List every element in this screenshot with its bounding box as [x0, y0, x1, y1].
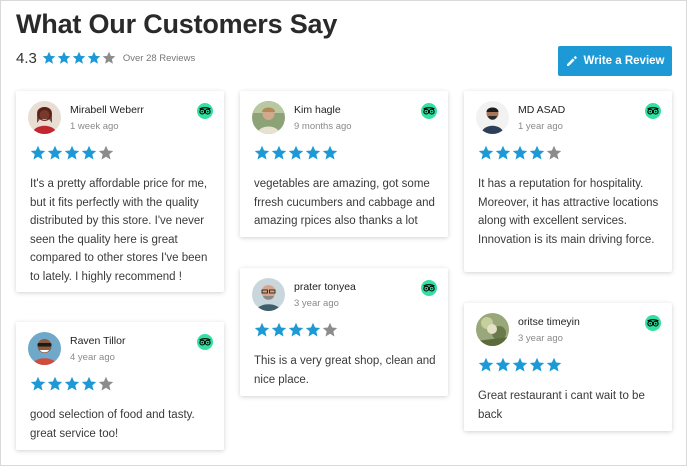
review-text: It has a reputation for hospitality. Mor… [478, 178, 659, 246]
star-icon [305, 322, 321, 338]
star-icon [254, 322, 270, 338]
review-time: 1 year ago [518, 121, 563, 132]
star-icon [57, 51, 71, 65]
star-icon [478, 357, 494, 373]
write-review-label: Write a Review [583, 55, 665, 67]
reviewer-name: prater tonyea [294, 281, 356, 293]
tripadvisor-icon [421, 103, 437, 119]
review-time: 3 year ago [518, 333, 563, 344]
star-icon [305, 145, 321, 161]
star-rating [254, 145, 339, 161]
star-icon [98, 376, 114, 392]
star-icon [81, 145, 97, 161]
star-icon [512, 357, 528, 373]
star-icon [87, 51, 101, 65]
star-icon [271, 145, 287, 161]
star-icon [495, 357, 511, 373]
review-time: 3 year ago [294, 298, 339, 309]
star-icon [271, 322, 287, 338]
star-icon [529, 145, 545, 161]
review-card: Raven Tillor 4 year ago good selection o… [16, 322, 224, 450]
review-text: vegetables are amazing, got some frresh … [254, 178, 435, 227]
star-icon [47, 376, 63, 392]
star-icon [81, 376, 97, 392]
avatar [252, 101, 285, 134]
star-icon [254, 145, 270, 161]
star-rating [254, 322, 339, 338]
star-icon [42, 51, 56, 65]
star-rating [30, 376, 115, 392]
review-time: 9 months ago [294, 121, 352, 132]
review-card: Kim hagle 9 months ago vegetables are am… [240, 91, 448, 237]
avatar [476, 313, 509, 346]
reviewer-name: Kim hagle [294, 104, 341, 116]
star-icon [98, 145, 114, 161]
review-count: Over 28 Reviews [122, 52, 196, 64]
review-text: good selection of food and tasty. great … [30, 409, 195, 440]
star-icon [64, 376, 80, 392]
reviewer-name: oritse timeyin [518, 316, 580, 328]
rating-summary: 4.3 Over 28 Reviews [16, 49, 195, 67]
star-icon [30, 145, 46, 161]
star-icon [322, 145, 338, 161]
review-time: 4 year ago [70, 352, 115, 363]
star-icon [288, 322, 304, 338]
write-review-button[interactable]: Write a Review [558, 46, 672, 76]
avatar [252, 278, 285, 311]
star-icon [495, 145, 511, 161]
review-card: Mirabell Weberr 1 week ago It's a pretty… [16, 91, 224, 292]
avatar [476, 101, 509, 134]
star-icon [288, 145, 304, 161]
star-rating [30, 145, 115, 161]
star-icon [546, 357, 562, 373]
review-card: prater tonyea 3 year ago This is a very … [240, 268, 448, 396]
star-icon [64, 145, 80, 161]
reviewer-name: Mirabell Weberr [70, 104, 144, 116]
star-icon [47, 145, 63, 161]
average-rating: 4.3 [16, 49, 37, 67]
star-rating [478, 357, 563, 373]
tripadvisor-icon [645, 103, 661, 119]
page-title: What Our Customers Say [16, 9, 338, 39]
review-text: Great restaurant i cant wait to be back [478, 390, 645, 421]
star-rating [478, 145, 563, 161]
star-icon [30, 376, 46, 392]
tripadvisor-icon [421, 280, 437, 296]
tripadvisor-icon [197, 334, 213, 350]
summary-stars [42, 51, 117, 65]
tripadvisor-icon [645, 315, 661, 331]
review-text: It's a pretty affordable price for me, b… [30, 178, 208, 283]
star-icon [102, 51, 116, 65]
pencil-icon [566, 55, 578, 67]
star-icon [512, 145, 528, 161]
avatar [28, 101, 61, 134]
star-icon [322, 322, 338, 338]
reviewer-name: MD ASAD [518, 104, 566, 116]
avatar [28, 332, 61, 365]
star-icon [529, 357, 545, 373]
reviewer-name: Raven Tillor [70, 335, 126, 347]
star-icon [72, 51, 86, 65]
tripadvisor-icon [197, 103, 213, 119]
review-text: This is a very great shop, clean and nic… [254, 355, 436, 386]
review-time: 1 week ago [70, 121, 119, 132]
star-icon [478, 145, 494, 161]
review-card: oritse timeyin 3 year ago Great restaura… [464, 303, 672, 431]
star-icon [546, 145, 562, 161]
review-card: MD ASAD 1 year ago It has a reputation f… [464, 91, 672, 272]
